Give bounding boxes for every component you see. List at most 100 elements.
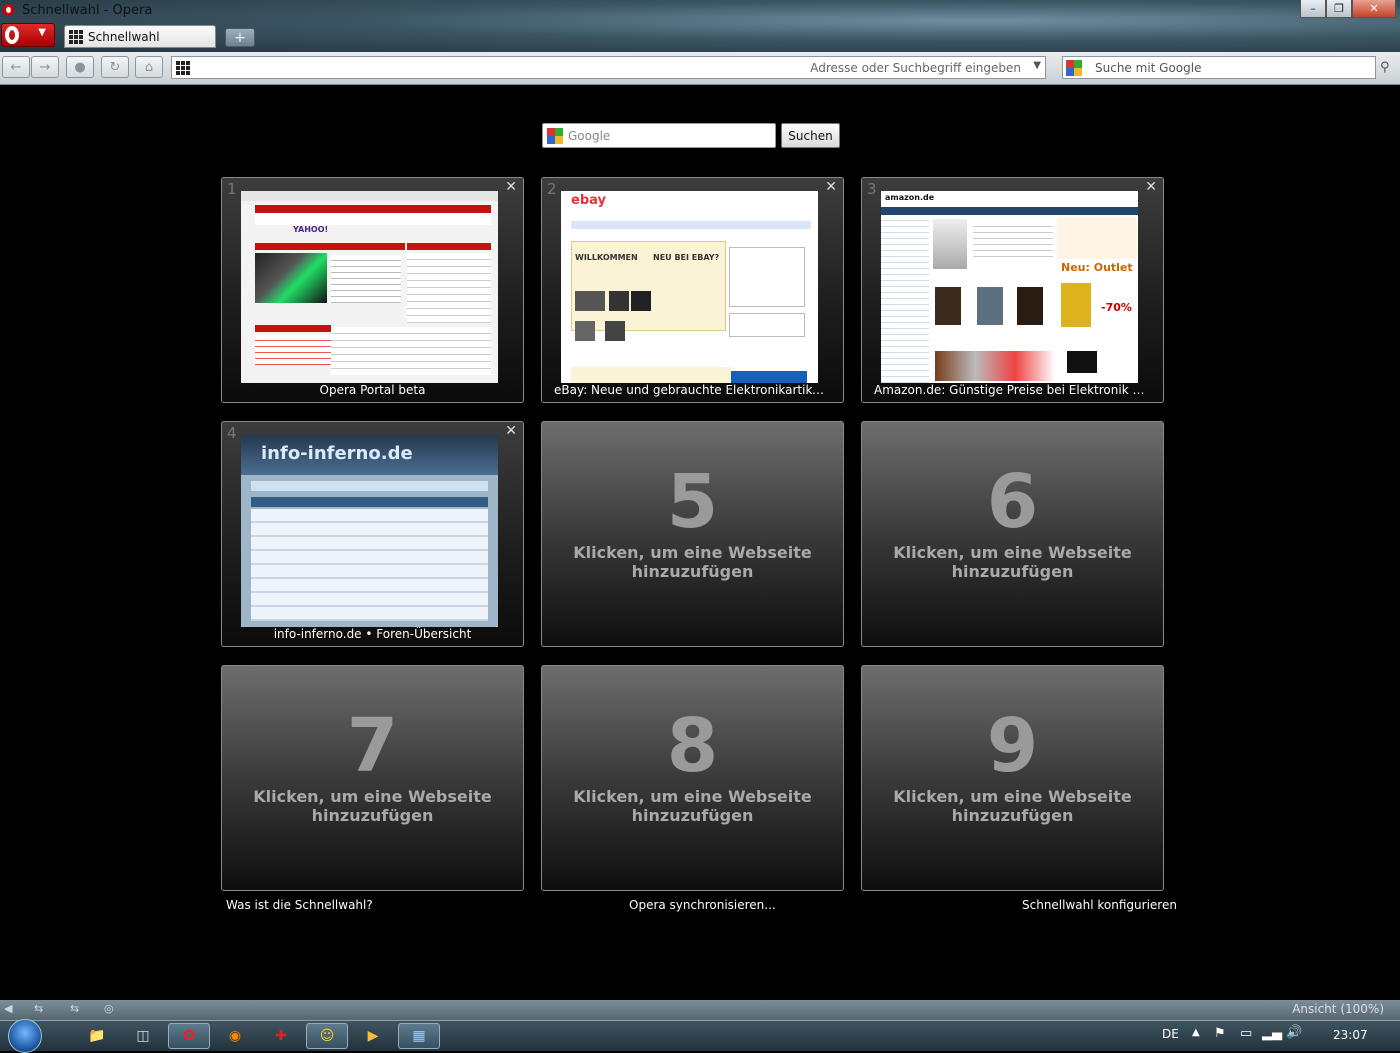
- minimize-button[interactable]: –: [1300, 0, 1326, 18]
- dial-caption: info-inferno.de • Foren-Übersicht: [273, 627, 472, 641]
- dial-hint-line: Klicken, um eine Webseite: [893, 543, 1132, 562]
- opera-taskbar-icon[interactable]: O: [168, 1023, 210, 1049]
- speed-dial-icon: [69, 29, 83, 44]
- dial-thumbnail: info-inferno.de: [241, 435, 498, 627]
- configure-link[interactable]: Schnellwahl konfigurieren: [1022, 898, 1177, 912]
- messenger-icon[interactable]: ☺: [306, 1023, 348, 1049]
- speed-icon[interactable]: ◎: [104, 1002, 114, 1015]
- thumb-logo: amazon.de: [885, 193, 935, 202]
- tab-label: Schnellwahl: [88, 29, 160, 44]
- dial-caption: Amazon.de: Günstige Preise bei Elektroni…: [874, 383, 1163, 397]
- close-icon[interactable]: ✕: [505, 423, 517, 439]
- address-field[interactable]: Adresse oder Suchbegriff eingeben ▼: [171, 56, 1046, 79]
- dial-number: 8: [666, 703, 719, 789]
- thumb-logo: ebay: [571, 193, 606, 208]
- tray-expand-icon[interactable]: ▲: [1192, 1027, 1200, 1038]
- stop-button[interactable]: ●: [66, 56, 94, 78]
- dial-hint: Klicken, um eine Webseite hinzuzufügen: [222, 787, 523, 825]
- dial-thumbnail: ebay WILLKOMMEN NEU BEI EBAY?: [561, 191, 818, 383]
- dial-hint: Klicken, um eine Webseite hinzuzufügen: [862, 787, 1163, 825]
- google-icon: [547, 128, 563, 144]
- speed-dial-7-empty[interactable]: 7 Klicken, um eine Webseite hinzuzufügen: [221, 665, 524, 891]
- search-placeholder: Suche mit Google: [1095, 61, 1202, 75]
- speed-dial-6-empty[interactable]: 6 Klicken, um eine Webseite hinzuzufügen: [861, 421, 1164, 647]
- maximize-button[interactable]: ❐: [1326, 0, 1352, 18]
- back-button[interactable]: ←: [2, 56, 30, 78]
- dial-number: 7: [346, 703, 399, 789]
- close-icon[interactable]: ✕: [825, 179, 837, 195]
- speed-dial-8-empty[interactable]: 8 Klicken, um eine Webseite hinzuzufügen: [541, 665, 844, 891]
- speed-dial-2[interactable]: 2 ✕ ebay WILLKOMMEN NEU BEI EBAY? eBay: …: [541, 177, 844, 403]
- dial-number: 6: [986, 459, 1039, 545]
- app-icon[interactable]: ✚: [260, 1023, 302, 1049]
- navigation-bar: ← → ● ↻ ⌂ Adresse oder Suchbegriff einge…: [0, 52, 1400, 85]
- dial-caption: Opera Portal beta: [319, 383, 426, 397]
- speed-dial-5-empty[interactable]: 5 Klicken, um eine Webseite hinzuzufügen: [541, 421, 844, 647]
- dial-hint-line: Klicken, um eine Webseite: [253, 787, 492, 806]
- battery-icon[interactable]: ▭: [1240, 1026, 1252, 1041]
- volume-icon[interactable]: 🔊: [1286, 1025, 1302, 1040]
- search-field[interactable]: Suche mit Google: [1062, 56, 1376, 79]
- thumb-text: Neu: Outlet: [1061, 261, 1133, 274]
- close-icon[interactable]: ✕: [505, 179, 517, 195]
- firefox-icon[interactable]: ◉: [214, 1023, 256, 1049]
- speed-dial-search-placeholder: Google: [568, 129, 611, 143]
- address-placeholder: Adresse oder Suchbegriff eingeben: [810, 61, 1021, 75]
- tab-speed-dial[interactable]: Schnellwahl: [64, 25, 216, 48]
- opera-logo-icon: [5, 26, 19, 44]
- reload-button[interactable]: ↻: [101, 56, 129, 78]
- close-window-button[interactable]: ✕: [1352, 0, 1396, 18]
- opera-menu-button[interactable]: ▼: [1, 23, 55, 47]
- dial-caption: eBay: Neue und gebrauchte Elektronikarti…: [554, 383, 842, 397]
- help-link[interactable]: Was ist die Schnellwahl?: [226, 898, 373, 912]
- panel-toggle-icon[interactable]: ◀: [4, 1002, 12, 1015]
- dial-hint-line: hinzuzufügen: [311, 806, 434, 825]
- thumb-text: -70%: [1101, 301, 1132, 314]
- dial-thumbnail: amazon.de Neu: Outlet -70%: [881, 191, 1138, 383]
- taskbar: 📁 ◫ O ◉ ✚ ☺ ▶ ▦ DE ▲ ⚑ ▭ ▂▄ 🔊 23:07: [0, 1019, 1400, 1053]
- dial-number: 1: [227, 180, 237, 198]
- speed-dial-1[interactable]: 1 ✕ YAHOO! Opera Portal beta: [221, 177, 524, 403]
- speed-dial-search-input[interactable]: Google: [542, 123, 776, 148]
- turbo-icon[interactable]: ⇆: [70, 1002, 79, 1015]
- thumb-text: NEU BEI EBAY?: [653, 253, 720, 262]
- speed-dial-9-empty[interactable]: 9 Klicken, um eine Webseite hinzuzufügen: [861, 665, 1164, 891]
- google-icon[interactable]: [1066, 60, 1082, 76]
- dial-hint: Klicken, um eine Webseite hinzuzufügen: [862, 543, 1163, 581]
- home-button[interactable]: ⌂: [135, 56, 163, 78]
- dial-hint-line: Klicken, um eine Webseite: [893, 787, 1132, 806]
- device-icon[interactable]: ◫: [122, 1023, 164, 1049]
- flag-icon[interactable]: ⚑: [1214, 1026, 1226, 1041]
- forward-button[interactable]: →: [31, 56, 59, 78]
- explorer-icon[interactable]: 📁: [76, 1023, 118, 1049]
- sync-status-icon[interactable]: ⇆: [34, 1002, 43, 1015]
- media-player-icon[interactable]: ▶: [352, 1023, 394, 1049]
- opera-logo-icon: [3, 4, 14, 16]
- zoom-level[interactable]: Ansicht (100%): [1292, 1002, 1384, 1016]
- dial-hint: Klicken, um eine Webseite hinzuzufügen: [542, 787, 843, 825]
- new-tab-button[interactable]: +: [225, 28, 255, 47]
- chevron-down-icon: ▼: [38, 27, 46, 38]
- speed-dial-icon: [176, 61, 190, 75]
- sync-link[interactable]: Opera synchronisieren...: [629, 898, 776, 912]
- window-title: Schnellwahl - Opera: [22, 3, 153, 18]
- dial-number: 3: [867, 180, 877, 198]
- dial-hint-line: hinzuzufügen: [631, 562, 754, 581]
- title-bar: Schnellwahl - Opera – ❐ ✕ ▼ Schnellwahl …: [0, 0, 1400, 52]
- clock[interactable]: 23:07: [1333, 1028, 1368, 1042]
- start-button[interactable]: [8, 1019, 42, 1053]
- speed-dial-4[interactable]: 4 ✕ info-inferno.de info-inferno.de • Fo…: [221, 421, 524, 647]
- close-icon[interactable]: ✕: [1145, 179, 1157, 195]
- language-indicator[interactable]: DE: [1162, 1027, 1179, 1041]
- network-icon[interactable]: ▂▄: [1262, 1026, 1282, 1041]
- dial-number: 9: [986, 703, 1039, 789]
- app-window-icon[interactable]: ▦: [398, 1023, 440, 1049]
- address-dropdown-icon[interactable]: ▼: [1033, 60, 1041, 71]
- search-icon[interactable]: ⚲: [1380, 60, 1390, 75]
- window-controls: – ❐ ✕: [1300, 0, 1396, 18]
- dial-hint: Klicken, um eine Webseite hinzuzufügen: [542, 543, 843, 581]
- speed-dial-3[interactable]: 3 ✕ amazon.de Neu: Outlet -70% Amazon.de…: [861, 177, 1164, 403]
- speed-dial-search-button[interactable]: Suchen: [781, 123, 840, 148]
- thumb-logo: YAHOO!: [293, 225, 329, 234]
- status-bar: ◀ ⇆ ⇆ ◎ Ansicht (100%): [0, 1000, 1400, 1020]
